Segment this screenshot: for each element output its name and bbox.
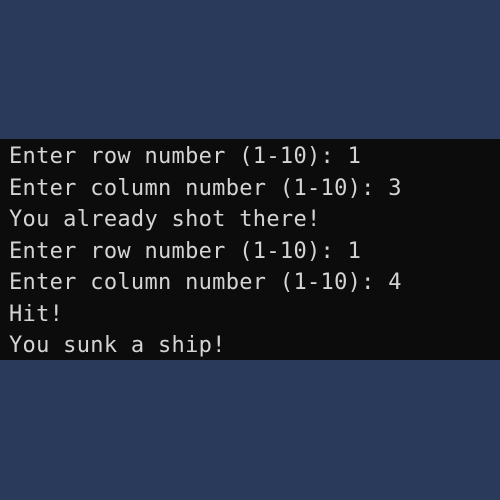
console-line-hit: Hit! (9, 301, 64, 327)
console-output[interactable]: Enter row number (1-10): 1 Enter column … (0, 139, 500, 360)
console-line-prompt-row: Enter row number (1-10): 1 (9, 144, 362, 169)
console-line-prompt-column: Enter column number (1-10): 4 (9, 270, 402, 295)
console-line-sunk: You sunk a ship! (9, 333, 226, 358)
console-line-already-shot: You already shot there! (9, 207, 321, 232)
console-line-prompt-column: Enter column number (1-10): 3 (9, 175, 402, 201)
console-line-prompt-row: Enter row number (1-10): 1 (9, 238, 362, 264)
